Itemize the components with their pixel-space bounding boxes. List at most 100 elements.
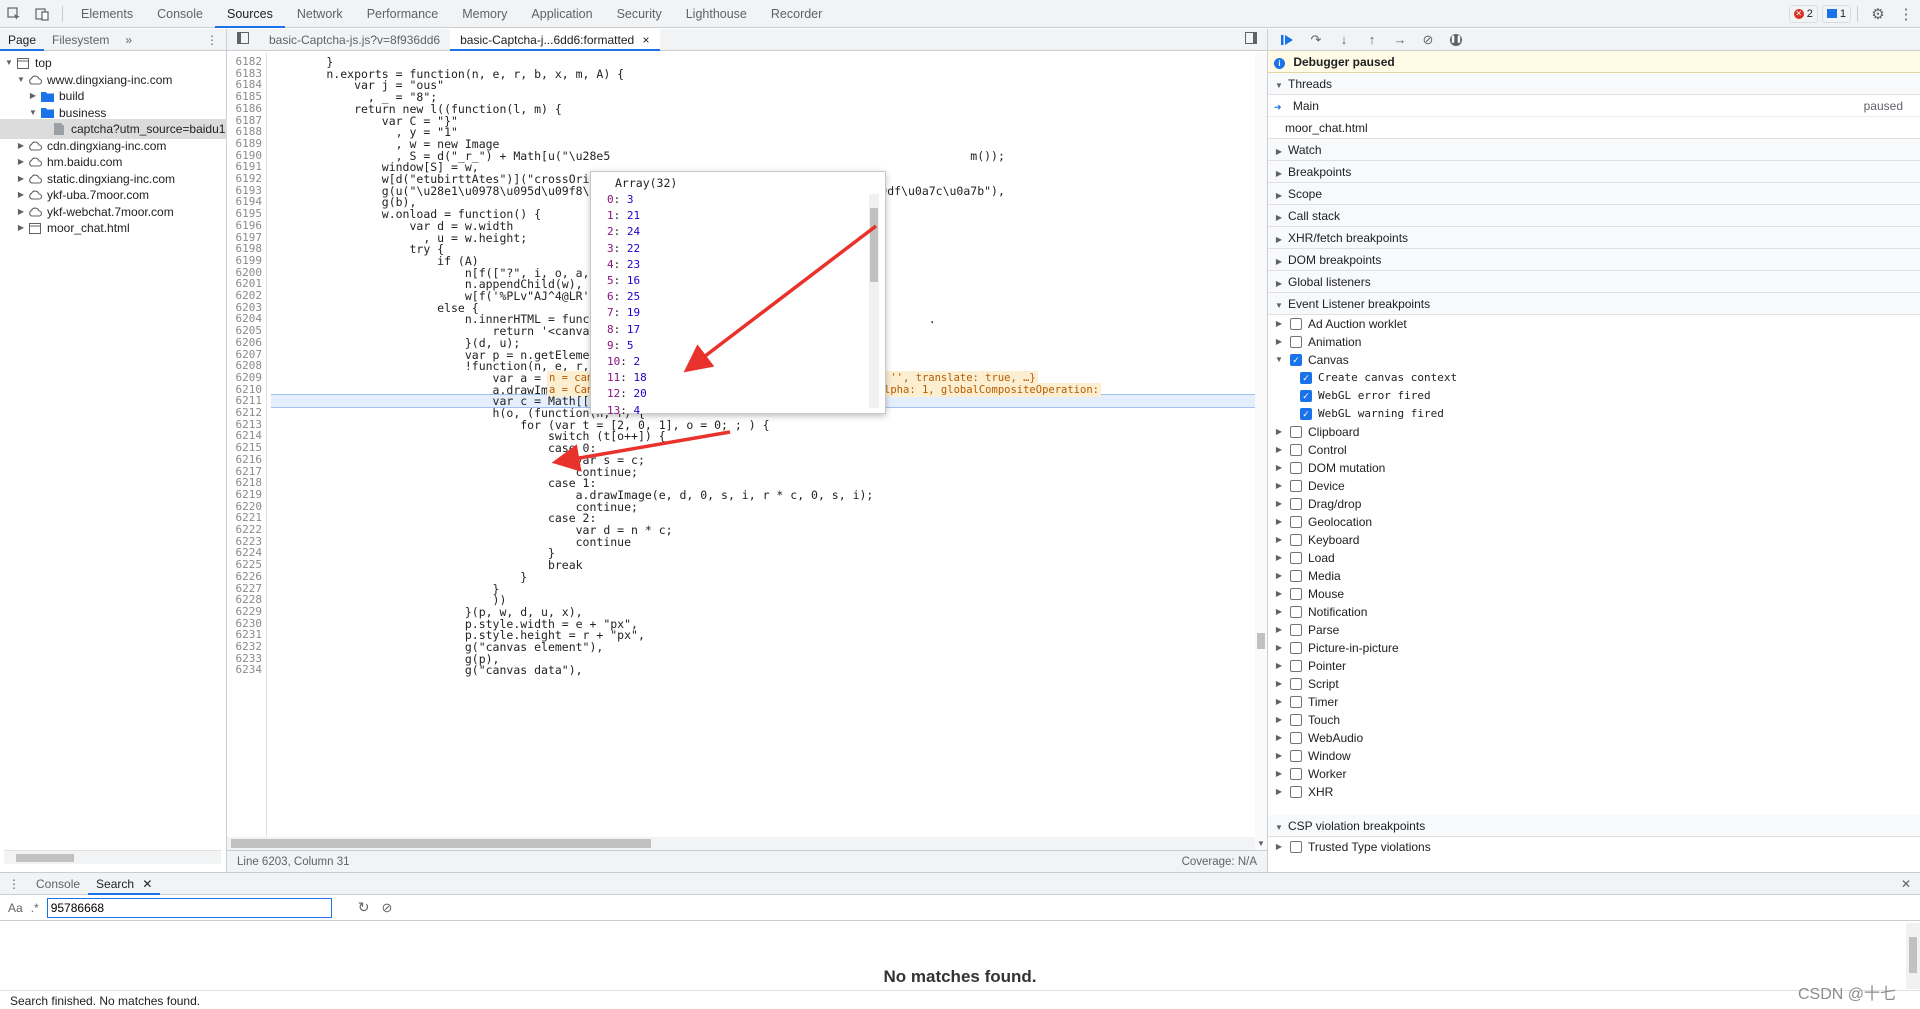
- regex-toggle[interactable]: .*: [31, 901, 39, 915]
- refresh-icon[interactable]: ↻: [358, 899, 370, 916]
- checkbox[interactable]: [1290, 768, 1302, 780]
- array-item[interactable]: 2: 24: [607, 224, 640, 240]
- collapsed-triangle-icon[interactable]: ▶: [1274, 765, 1284, 783]
- array-item[interactable]: 6: 25: [607, 289, 640, 305]
- deactivate-breakpoints-icon[interactable]: ⊘: [1414, 29, 1442, 51]
- drawer-tab-search[interactable]: Search ✕: [88, 873, 161, 895]
- checkbox[interactable]: ✓: [1300, 390, 1312, 402]
- section-breakpoints[interactable]: ▶ Breakpoints: [1268, 161, 1920, 183]
- section-global-listeners[interactable]: ▶ Global listeners: [1268, 271, 1920, 293]
- event-breakpoint-row[interactable]: ▶ Ad Auction worklet: [1274, 315, 1407, 333]
- checkbox[interactable]: [1290, 588, 1302, 600]
- checkbox[interactable]: [1290, 714, 1302, 726]
- toggle-debugger-icon[interactable]: [1235, 29, 1267, 51]
- event-breakpoint-row[interactable]: ▶ Control: [1274, 441, 1347, 459]
- tab-security[interactable]: Security: [605, 0, 674, 28]
- event-breakpoint-row[interactable]: ▶ Media: [1274, 567, 1341, 585]
- tab-elements[interactable]: Elements: [69, 0, 145, 28]
- collapsed-triangle-icon[interactable]: ▶: [1274, 531, 1284, 549]
- collapsed-triangle-icon[interactable]: ▶: [1274, 549, 1284, 567]
- checkbox[interactable]: [1290, 678, 1302, 690]
- drawer-tab-console[interactable]: Console: [28, 873, 88, 895]
- inspect-element-icon[interactable]: [0, 0, 28, 28]
- errors-badge[interactable]: ✕ 2: [1788, 4, 1818, 23]
- checkbox[interactable]: ✓: [1300, 372, 1312, 384]
- tab-sources[interactable]: Sources: [214, 0, 285, 28]
- thread-moor-chat[interactable]: moor_chat.html: [1268, 117, 1920, 139]
- tab-page[interactable]: Page: [0, 29, 45, 51]
- checkbox[interactable]: ✓: [1300, 408, 1312, 420]
- more-tabs-icon[interactable]: »: [117, 29, 140, 51]
- collapsed-triangle-icon[interactable]: ▶: [1274, 675, 1284, 693]
- checkbox[interactable]: [1290, 444, 1302, 456]
- collapsed-triangle-icon[interactable]: ▶: [1274, 693, 1284, 711]
- match-case-toggle[interactable]: Aa: [8, 901, 23, 915]
- checkbox[interactable]: [1290, 570, 1302, 582]
- collapsed-triangle-icon[interactable]: ▶: [1274, 621, 1284, 639]
- section-watch[interactable]: ▶ Watch: [1268, 139, 1920, 161]
- tab-application[interactable]: Application: [519, 0, 604, 28]
- event-breakpoint-row[interactable]: ▶ Pointer: [1274, 657, 1346, 675]
- collapsed-triangle-icon[interactable]: ▶: [1274, 783, 1284, 801]
- editor-tab-source[interactable]: basic-Captcha-js.js?v=8f936dd6: [259, 29, 450, 51]
- coverage-status[interactable]: Coverage: N/A: [1182, 856, 1257, 868]
- search-input[interactable]: [46, 897, 332, 918]
- event-breakpoint-row[interactable]: ✓ WebGL error fired: [1300, 387, 1431, 405]
- collapsed-triangle-icon[interactable]: ▶: [1274, 477, 1284, 495]
- resume-icon[interactable]: [1274, 29, 1302, 51]
- trusted-type-row[interactable]: ▶ Trusted Type violations: [1274, 838, 1431, 856]
- array-item[interactable]: 9: 5: [607, 338, 634, 354]
- array-item[interactable]: 11: 18: [607, 370, 647, 386]
- event-breakpoint-row[interactable]: ▶ DOM mutation: [1274, 459, 1385, 477]
- array-item[interactable]: 7: 19: [607, 305, 640, 321]
- tree-item[interactable]: ▶ moor_chat.html: [16, 218, 130, 238]
- event-breakpoint-row[interactable]: ▶ WebAudio: [1274, 729, 1363, 747]
- tab-lighthouse[interactable]: Lighthouse: [674, 0, 759, 28]
- event-breakpoint-row[interactable]: ▶ Load: [1274, 549, 1335, 567]
- checkbox[interactable]: [1290, 750, 1302, 762]
- checkbox[interactable]: [1290, 462, 1302, 474]
- tab-filesystem[interactable]: Filesystem: [44, 29, 117, 51]
- event-breakpoint-row[interactable]: ▶ XHR: [1274, 783, 1333, 801]
- section-xhr-fetch-breakpoints[interactable]: ▶ XHR/fetch breakpoints: [1268, 227, 1920, 249]
- event-breakpoint-row[interactable]: ▶ Animation: [1274, 333, 1361, 351]
- event-breakpoint-row[interactable]: ▶ Geolocation: [1274, 513, 1372, 531]
- checkbox[interactable]: [1290, 552, 1302, 564]
- close-drawer-icon[interactable]: ✕: [1892, 877, 1920, 891]
- close-tab-icon[interactable]: ×: [643, 33, 650, 47]
- checkbox[interactable]: [1290, 336, 1302, 348]
- checkbox[interactable]: [1290, 318, 1302, 330]
- collapsed-triangle-icon[interactable]: ▶: [1274, 441, 1284, 459]
- toggle-navigator-icon[interactable]: [227, 29, 259, 51]
- collapsed-triangle-icon[interactable]: ▶: [1274, 567, 1284, 585]
- collapsed-triangle-icon[interactable]: ▶: [1274, 603, 1284, 621]
- messages-badge[interactable]: 1: [1821, 4, 1851, 23]
- editor-vertical-scrollbar[interactable]: ▼: [1255, 53, 1267, 851]
- checkbox[interactable]: [1290, 426, 1302, 438]
- event-breakpoint-row[interactable]: ▶ Device: [1274, 477, 1345, 495]
- collapsed-triangle-icon[interactable]: ▶: [1274, 639, 1284, 657]
- tab-recorder[interactable]: Recorder: [759, 0, 834, 28]
- thread-main[interactable]: ➜ Main paused: [1268, 95, 1920, 117]
- popover-scrollbar[interactable]: [869, 194, 879, 408]
- array-item[interactable]: 12: 20: [607, 386, 647, 402]
- collapsed-triangle-icon[interactable]: ▶: [1274, 657, 1284, 675]
- collapsed-triangle-icon[interactable]: ▶: [1274, 585, 1284, 603]
- checkbox[interactable]: [1290, 606, 1302, 618]
- editor-horizontal-scrollbar[interactable]: [227, 837, 1255, 850]
- checkbox[interactable]: [1290, 498, 1302, 510]
- expanded-triangle-icon[interactable]: ▼: [1274, 351, 1284, 369]
- event-breakpoint-row[interactable]: ▶ Keyboard: [1274, 531, 1359, 549]
- array-item[interactable]: 8: 17: [607, 322, 640, 338]
- event-breakpoint-row[interactable]: ▶ Mouse: [1274, 585, 1344, 603]
- checkbox[interactable]: [1290, 732, 1302, 744]
- checkbox[interactable]: [1290, 480, 1302, 492]
- checkbox[interactable]: [1290, 841, 1302, 853]
- close-tab-icon[interactable]: ✕: [142, 877, 152, 891]
- step-icon[interactable]: →: [1386, 29, 1414, 51]
- section-dom-breakpoints[interactable]: ▶ DOM breakpoints: [1268, 249, 1920, 271]
- step-into-icon[interactable]: ↓: [1330, 29, 1358, 51]
- checkbox[interactable]: [1290, 786, 1302, 798]
- event-breakpoint-row[interactable]: ✓ Create canvas context: [1300, 369, 1457, 387]
- checkbox[interactable]: [1290, 534, 1302, 546]
